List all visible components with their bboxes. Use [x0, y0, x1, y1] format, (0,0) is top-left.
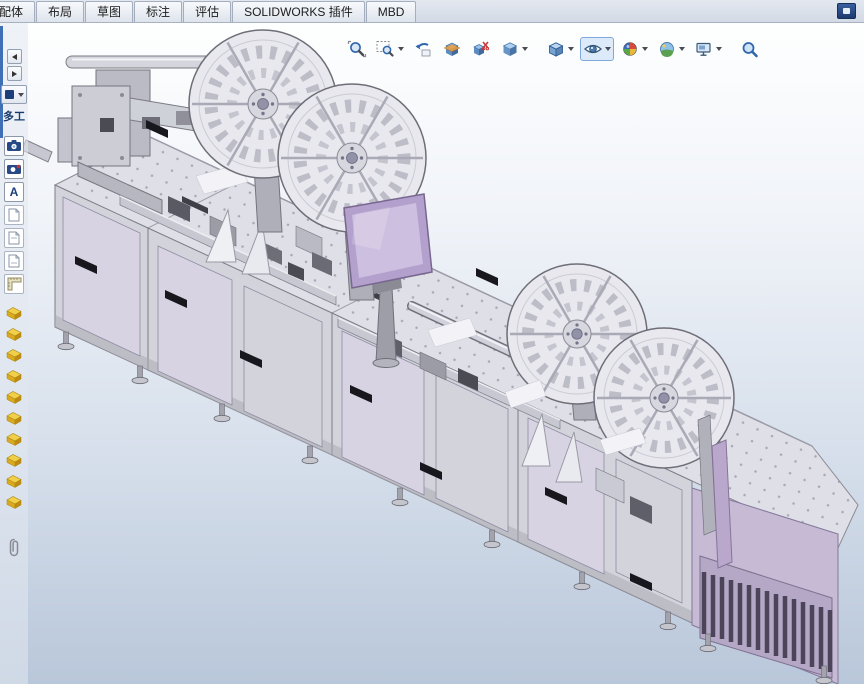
apply-scene-icon: [657, 40, 677, 58]
commandmanager-tab[interactable]: 草图: [85, 1, 133, 22]
commandmanager-tab[interactable]: SOLIDWORKS 插件: [232, 1, 365, 22]
apply-scene-button[interactable]: [654, 37, 688, 61]
assembly-component-icon[interactable]: [3, 302, 25, 323]
display-pane-button[interactable]: [1, 85, 27, 104]
previous-view-button[interactable]: [410, 37, 436, 61]
view-orientation-icon: [500, 40, 520, 58]
camera-icon: [6, 139, 22, 153]
edit-appearance-button[interactable]: [617, 37, 651, 61]
sheet-icon: [7, 208, 21, 222]
section-view-icon: [442, 40, 462, 58]
heads-up-toolbar: [344, 36, 766, 62]
camera-snapshot-button[interactable]: [4, 136, 24, 156]
record-camera-icon: [6, 162, 22, 176]
dropdown-caret: [398, 47, 404, 51]
eye-icon: [583, 40, 603, 58]
sheet-icon: [7, 231, 21, 245]
magnifying-glass-icon: [740, 40, 760, 58]
section-view-button[interactable]: [439, 37, 465, 61]
commandmanager-tabbar: 配体布局草图标注评估SOLIDWORKS 插件MBD: [0, 0, 864, 23]
display-pane-icon: [5, 90, 14, 99]
view-settings-icon: [694, 40, 714, 58]
zoom-to-area-icon: [376, 40, 396, 58]
window-button-glyph: [843, 8, 850, 14]
assembly-component-icon[interactable]: [3, 407, 25, 428]
annotation-icon: A: [10, 186, 19, 198]
camera-record-button[interactable]: [4, 159, 24, 179]
view-settings-button[interactable]: [691, 37, 725, 61]
dropdown-caret: [568, 47, 574, 51]
dynamic-annotation-views-icon: [471, 40, 491, 58]
paperclip-icon[interactable]: [6, 536, 22, 560]
sheet-button-1[interactable]: [4, 205, 24, 225]
display-style-button[interactable]: [543, 37, 577, 61]
zoom-to-fit-button[interactable]: [344, 37, 370, 61]
left-toolbar: 多工 A: [0, 22, 28, 684]
assembly-component-icon[interactable]: [3, 491, 25, 512]
zoom-to-area-button[interactable]: [373, 37, 407, 61]
assembly-component-icon[interactable]: [3, 323, 25, 344]
commandmanager-tab[interactable]: 评估: [183, 1, 231, 22]
assembly-component-icon[interactable]: [3, 365, 25, 386]
dropdown-caret: [605, 47, 611, 51]
dropdown-caret: [522, 47, 528, 51]
commandmanager-tab[interactable]: 配体: [0, 1, 35, 22]
dropdown-caret: [679, 47, 685, 51]
assembly-component-icon[interactable]: [3, 428, 25, 449]
previous-view-icon: [413, 40, 433, 58]
arrow-left-icon: [12, 54, 17, 60]
display-style-icon: [546, 40, 566, 58]
commandmanager-tab[interactable]: 标注: [134, 1, 182, 22]
window-button[interactable]: [837, 3, 856, 19]
assembly-component-icon[interactable]: [3, 449, 25, 470]
commandmanager-tab[interactable]: 布局: [36, 1, 84, 22]
sheet-button-3[interactable]: [4, 251, 24, 271]
assembly-component-icon[interactable]: [3, 386, 25, 407]
commandmanager-tab[interactable]: MBD: [366, 1, 417, 22]
annotation-button[interactable]: A: [4, 182, 24, 202]
edit-appearance-icon: [620, 40, 640, 58]
machine-3d-model[interactable]: [0, 0, 864, 684]
expand-arrow-button[interactable]: [7, 66, 22, 81]
measure-ruler-button[interactable]: [4, 274, 24, 294]
assembly-component-icon[interactable]: [3, 470, 25, 491]
ruler-icon: [7, 276, 22, 291]
solidworks-window: { "command_manager": { "tabs": ["配体", "布…: [0, 0, 864, 684]
dynamic-annotation-views-button[interactable]: [468, 37, 494, 61]
view-orientation-button[interactable]: [497, 37, 531, 61]
sheet-button-2[interactable]: [4, 228, 24, 248]
hide-show-items-button[interactable]: [580, 37, 614, 61]
zoom-to-fit-icon: [347, 40, 367, 58]
dropdown-caret: [18, 93, 24, 97]
magnifying-glass-button[interactable]: [737, 37, 763, 61]
assembly-component-icon[interactable]: [3, 344, 25, 365]
sheet-icon: [7, 254, 21, 268]
collapse-arrow-button[interactable]: [7, 49, 22, 64]
arrow-right-icon: [12, 71, 17, 77]
dropdown-caret: [642, 47, 648, 51]
sidebar-group-label: 多工: [3, 108, 25, 124]
dropdown-caret: [716, 47, 722, 51]
